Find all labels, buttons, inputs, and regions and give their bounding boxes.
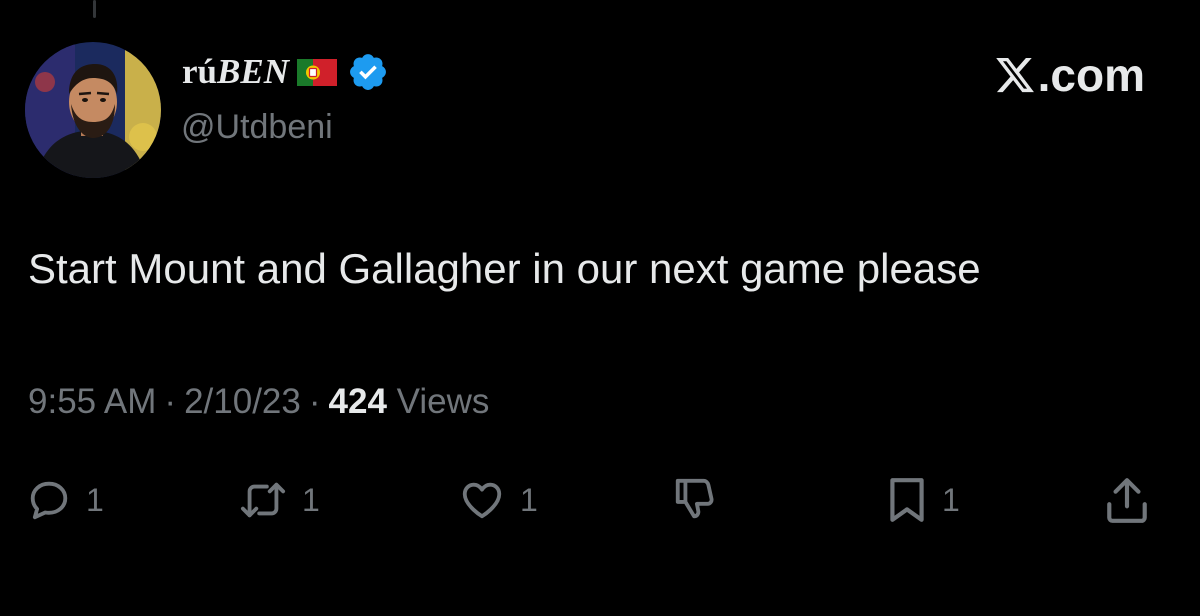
- x-logo-icon: [995, 57, 1034, 93]
- like-button[interactable]: 1: [458, 470, 538, 530]
- tweet-text: Start Mount and Gallagher in our next ga…: [28, 245, 981, 292]
- author-name-row[interactable]: rúBEN: [182, 50, 389, 94]
- reply-count: 1: [86, 481, 104, 518]
- avatar[interactable]: [25, 42, 161, 178]
- views-count: 424: [328, 382, 387, 421]
- share-button[interactable]: [1104, 470, 1150, 530]
- views-label: Views: [396, 382, 490, 421]
- bookmark-button[interactable]: 1: [886, 470, 960, 530]
- thread-connector-line: [93, 0, 96, 18]
- heart-icon: [462, 482, 502, 519]
- reply-icon: [30, 481, 68, 520]
- retweet-icon: [240, 482, 286, 518]
- share-icon: [1107, 478, 1147, 523]
- portugal-flag-icon: [296, 58, 337, 86]
- dislike-button[interactable]: [672, 470, 718, 530]
- meta-separator: ·: [164, 382, 177, 421]
- retweet-count: 1: [302, 481, 320, 518]
- bookmark-icon: [890, 478, 924, 522]
- verified-badge-icon[interactable]: [347, 51, 389, 93]
- meta-separator: ·: [308, 382, 321, 421]
- brand-domain-suffix: .com: [1037, 49, 1145, 101]
- tweet-action-bar: 1 1 1 1: [0, 470, 1200, 530]
- x-com-brand: .com: [994, 48, 1145, 102]
- author-display-name[interactable]: rúBEN: [182, 52, 289, 92]
- tweet-date[interactable]: 2/10/23: [184, 382, 301, 421]
- author-handle[interactable]: @Utdbeni: [181, 108, 333, 147]
- like-count: 1: [520, 481, 538, 518]
- tweet-meta: 9:55 AM · 2/10/23 · 424 Views: [28, 382, 489, 422]
- thumbs-down-icon: [675, 478, 714, 519]
- bookmark-count: 1: [942, 481, 960, 518]
- retweet-button[interactable]: 1: [238, 470, 320, 530]
- reply-button[interactable]: 1: [26, 470, 104, 530]
- tweet-time[interactable]: 9:55 AM: [28, 382, 156, 421]
